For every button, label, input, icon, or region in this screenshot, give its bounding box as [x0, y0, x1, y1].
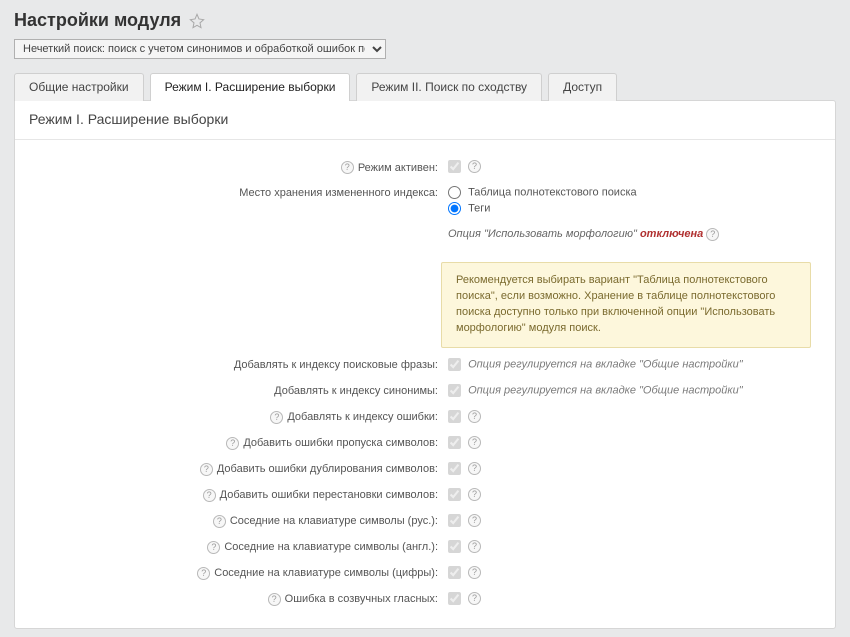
help-icon[interactable]: ?	[468, 592, 481, 605]
help-icon[interactable]: ?	[200, 463, 213, 476]
page-title-row: Настройки модуля	[14, 8, 836, 39]
add-errors-label: Добавлять к индексу ошибки:	[287, 411, 438, 423]
help-icon[interactable]: ?	[468, 488, 481, 501]
tab-mode2[interactable]: Режим II. Поиск по сходству	[356, 73, 542, 101]
skip-errors-checkbox[interactable]	[448, 436, 461, 449]
help-icon[interactable]: ?	[207, 541, 220, 554]
add-synonyms-checkbox[interactable]	[448, 384, 461, 397]
help-icon[interactable]: ?	[468, 514, 481, 527]
storage-label: Место хранения измененного индекса:	[239, 187, 438, 199]
panel-title: Режим I. Расширение выборки	[15, 101, 835, 140]
help-icon[interactable]: ?	[213, 515, 226, 528]
storage-radio-fulltext[interactable]	[448, 186, 461, 199]
tabs: Общие настройки Режим I. Расширение выбо…	[14, 73, 836, 100]
dup-errors-label: Добавить ошибки дублирования символов:	[217, 463, 438, 475]
module-select-wrap: Нечеткий поиск: поиск с учетом синонимов…	[14, 39, 836, 59]
tab-mode1[interactable]: Режим I. Расширение выборки	[150, 73, 351, 101]
mode-active-checkbox[interactable]	[448, 160, 461, 173]
help-icon[interactable]: ?	[197, 567, 210, 580]
help-icon[interactable]: ?	[203, 489, 216, 502]
swap-errors-checkbox[interactable]	[448, 488, 461, 501]
storage-opt1: Таблица полнотекстового поиска	[468, 186, 637, 198]
help-icon[interactable]: ?	[468, 160, 481, 173]
storage-radio-tags[interactable]	[448, 202, 461, 215]
morphology-status: Опция "Использовать морфологию" отключен…	[448, 228, 706, 240]
help-icon[interactable]: ?	[468, 436, 481, 449]
storage-opt2: Теги	[468, 202, 490, 214]
add-phrases-label: Добавлять к индексу поисковые фразы:	[234, 359, 438, 371]
tab-general[interactable]: Общие настройки	[14, 73, 144, 101]
tab-access[interactable]: Доступ	[548, 73, 617, 101]
skip-errors-label: Добавить ошибки пропуска символов:	[243, 437, 438, 449]
help-icon[interactable]: ?	[468, 566, 481, 579]
kb-en-checkbox[interactable]	[448, 540, 461, 553]
page-title: Настройки модуля	[14, 10, 181, 31]
favorite-star-icon[interactable]	[189, 13, 205, 29]
form-area: ? Режим активен: ? Место хранения измене…	[15, 140, 835, 628]
swap-errors-label: Добавить ошибки перестановки символов:	[220, 489, 438, 501]
module-select[interactable]: Нечеткий поиск: поиск с учетом синонимов…	[14, 39, 386, 59]
kb-ru-checkbox[interactable]	[448, 514, 461, 527]
help-icon[interactable]: ?	[268, 593, 281, 606]
mode-active-label: Режим активен:	[358, 162, 438, 174]
add-synonyms-hint: Опция регулируется на вкладке "Общие нас…	[468, 384, 743, 396]
help-icon[interactable]: ?	[468, 540, 481, 553]
kb-num-label: Соседние на клавиатуре символы (цифры):	[214, 567, 438, 579]
help-icon[interactable]: ?	[226, 437, 239, 450]
vowel-label: Ошибка в созвучных гласных:	[285, 593, 438, 605]
help-icon[interactable]: ?	[270, 411, 283, 424]
add-phrases-hint: Опция регулируется на вкладке "Общие нас…	[468, 358, 743, 370]
settings-panel: Режим I. Расширение выборки ? Режим акти…	[14, 100, 836, 629]
kb-ru-label: Соседние на клавиатуре символы (рус.):	[230, 515, 438, 527]
help-icon[interactable]: ?	[341, 161, 354, 174]
help-icon[interactable]: ?	[468, 410, 481, 423]
help-icon[interactable]: ?	[706, 228, 719, 241]
add-synonyms-label: Добавлять к индексу синонимы:	[274, 385, 438, 397]
note-box: Рекомендуется выбирать вариант "Таблица …	[441, 262, 811, 348]
kb-num-checkbox[interactable]	[448, 566, 461, 579]
vowel-checkbox[interactable]	[448, 592, 461, 605]
help-icon[interactable]: ?	[468, 462, 481, 475]
kb-en-label: Соседние на клавиатуре символы (англ.):	[224, 541, 438, 553]
dup-errors-checkbox[interactable]	[448, 462, 461, 475]
add-phrases-checkbox[interactable]	[448, 358, 461, 371]
add-errors-checkbox[interactable]	[448, 410, 461, 423]
